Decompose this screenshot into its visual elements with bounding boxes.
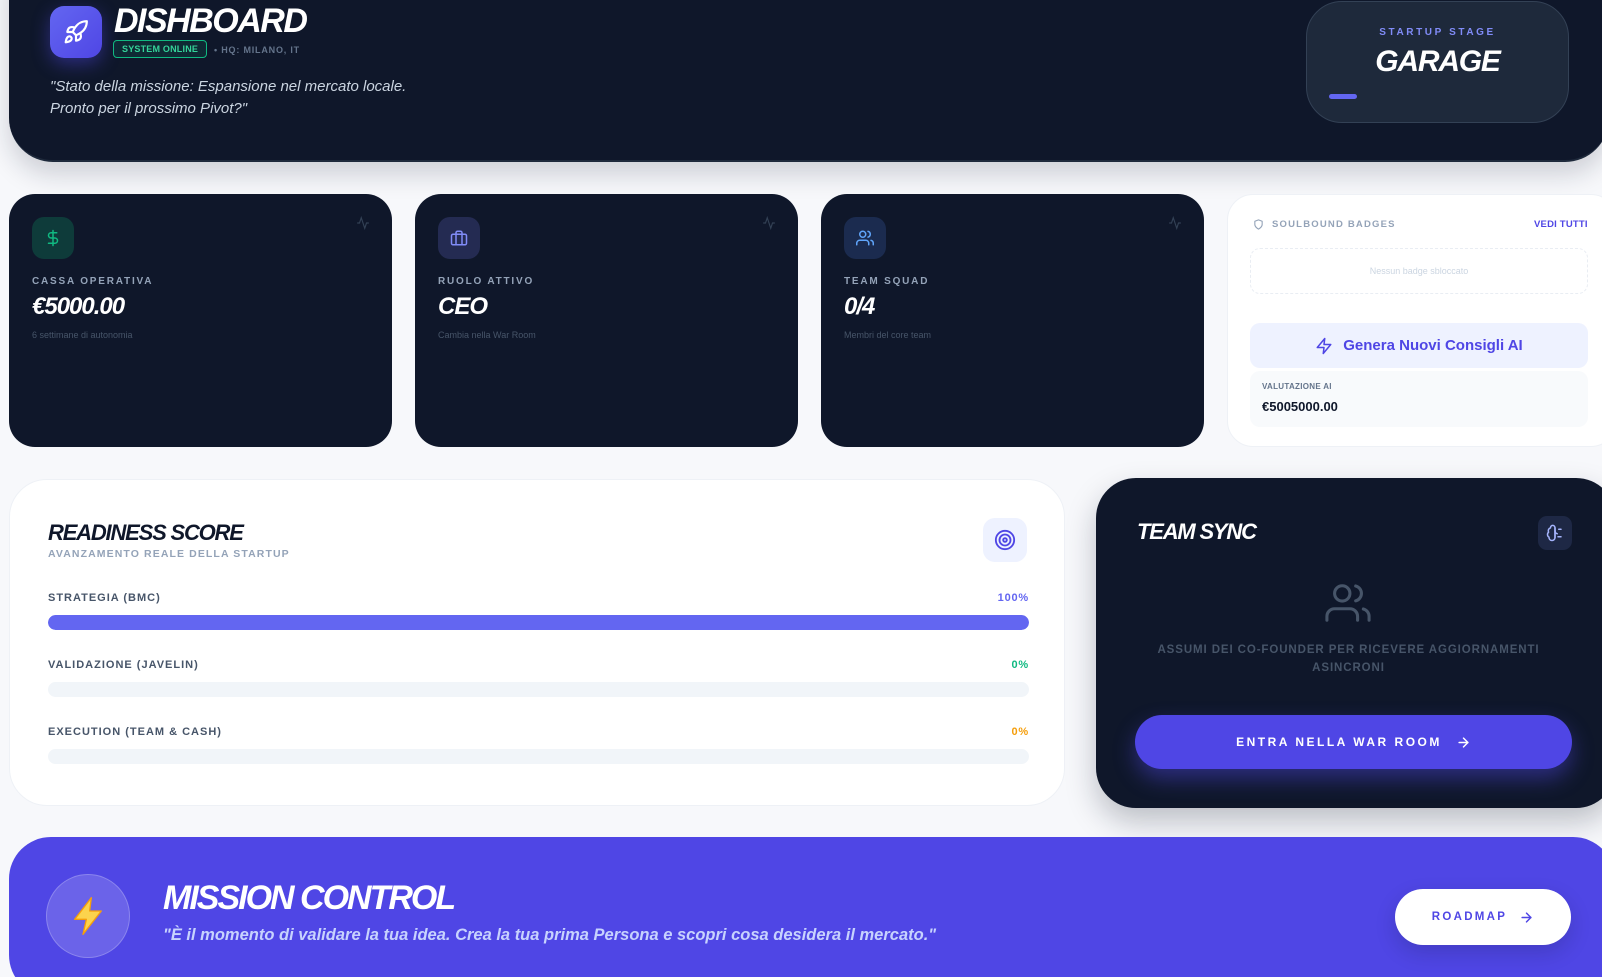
stat-label: CASSA OPERATIVA xyxy=(32,276,154,287)
team-sync-menu-button[interactable] xyxy=(1538,516,1572,550)
stat-value: €5000.00 xyxy=(32,293,125,320)
readiness-subtitle: AVANZAMENTO REALE DELLA STARTUP xyxy=(48,548,290,560)
page-title: DISHBOARD xyxy=(114,2,308,40)
startup-stage-card: STARTUP STAGE GARAGE xyxy=(1306,1,1569,123)
progress-label: VALIDAZIONE (JAVELIN) xyxy=(48,659,199,671)
progress-percent: 100% xyxy=(997,592,1029,604)
team-empty-illustration xyxy=(1325,580,1371,631)
stage-label: STARTUP STAGE xyxy=(1379,27,1496,38)
progress-track xyxy=(48,615,1029,630)
users-icon xyxy=(1325,584,1371,622)
stat-icon-wrap xyxy=(844,217,886,259)
readiness-score-card: READINESS SCORE AVANZAMENTO REALE DELLA … xyxy=(9,479,1065,806)
stat-card-team[interactable]: TEAM SQUAD 0/4 Membri del core team xyxy=(821,194,1204,447)
mission-quote-line1: "Stato della missione: Espansione nel me… xyxy=(50,78,407,95)
progress-percent: 0% xyxy=(1011,659,1029,671)
enter-war-room-button[interactable]: ENTRA NELLA WAR ROOM xyxy=(1135,715,1572,769)
stat-icon-wrap xyxy=(32,217,74,259)
badges-title: SOULBOUND BADGES xyxy=(1272,219,1396,230)
zap-icon xyxy=(1316,337,1332,354)
mission-title: MISSION CONTROL xyxy=(163,879,456,917)
mission-status-quote: "Stato della missione: Espansione nel me… xyxy=(50,76,470,120)
readiness-title: READINESS SCORE xyxy=(48,520,244,545)
valuation-value: €5005000.00 xyxy=(1262,399,1338,414)
roadmap-button[interactable]: ROADMAP xyxy=(1395,889,1571,945)
roadmap-label: ROADMAP xyxy=(1431,911,1508,923)
mission-quote-line2: Pronto per il prossimo Pivot?" xyxy=(50,100,248,117)
progress-fill xyxy=(48,615,1029,630)
status-badge: SYSTEM ONLINE xyxy=(113,40,208,58)
activity-icon xyxy=(357,216,369,230)
app-logo[interactable] xyxy=(50,6,102,58)
mission-control-banner: MISSION CONTROL "È il momento di validar… xyxy=(9,837,1602,977)
valuation-label: VALUTAZIONE AI xyxy=(1262,382,1332,391)
stat-icon-wrap xyxy=(438,217,480,259)
activity-icon xyxy=(763,216,775,230)
generate-ai-advice-button[interactable]: Genera Nuovi Consigli AI xyxy=(1250,323,1588,368)
stat-card-cash[interactable]: CASSA OPERATIVA €5000.00 6 settimane di … xyxy=(9,194,392,447)
users-icon xyxy=(856,230,874,246)
team-empty-message: ASSUMI DEI CO-FOUNDER PER RICEVERE AGGIO… xyxy=(1157,644,1540,674)
briefcase-icon xyxy=(450,230,468,246)
arrow-right-icon xyxy=(1521,911,1532,923)
target-button[interactable] xyxy=(983,518,1027,562)
progress-track xyxy=(48,682,1029,697)
progress-label: STRATEGIA (BMC) xyxy=(48,592,161,604)
stat-subtext: 6 settimane di autonomia xyxy=(32,330,133,340)
stat-subtext: Membri del core team xyxy=(844,330,932,340)
badges-header: SOULBOUND BADGES xyxy=(1253,219,1396,230)
stat-label: RUOLO ATTIVO xyxy=(438,276,535,287)
activity-icon xyxy=(1169,216,1181,230)
bolt-badge xyxy=(46,874,130,958)
progress-percent: 0% xyxy=(1011,726,1029,738)
ai-valuation-box: VALUTAZIONE AI €5005000.00 xyxy=(1250,371,1588,427)
war-room-label: ENTRA NELLA WAR ROOM xyxy=(1236,735,1442,749)
rocket-icon xyxy=(64,20,88,44)
stat-value: 0/4 xyxy=(844,293,875,320)
stat-subtext: Cambia nella War Room xyxy=(438,330,536,340)
lightning-icon xyxy=(74,897,103,935)
brain-icon xyxy=(1546,524,1562,542)
stage-value: GARAGE xyxy=(1375,45,1501,78)
target-icon xyxy=(994,529,1016,551)
stat-card-role[interactable]: RUOLO ATTIVO CEO Cambia nella War Room xyxy=(415,194,798,447)
ai-button-label: Genera Nuovi Consigli AI xyxy=(1343,337,1523,354)
shield-icon xyxy=(1254,219,1263,230)
mission-subtitle: "È il momento di validare la tua idea. C… xyxy=(163,926,937,944)
hq-location: • HQ: MILANO, IT xyxy=(214,45,300,55)
progress-label: EXECUTION (TEAM & CASH) xyxy=(48,726,222,738)
badges-empty-state: Nessun badge sbloccato xyxy=(1250,248,1588,294)
team-sync-title: TEAM SYNC xyxy=(1137,519,1257,544)
stage-progress-track xyxy=(1329,94,1546,99)
arrow-right-icon xyxy=(1458,736,1469,748)
see-all-link[interactable]: VEDI TUTTI xyxy=(1534,219,1588,230)
team-sync-card: TEAM SYNC ASSUMI DEI CO-FOUNDER PER RICE… xyxy=(1096,478,1602,808)
dollar-icon xyxy=(47,229,59,247)
stat-label: TEAM SQUAD xyxy=(844,276,930,287)
stat-value: CEO xyxy=(438,293,488,320)
progress-track xyxy=(48,749,1029,764)
stage-progress-fill xyxy=(1329,94,1358,99)
soulbound-badges-card: SOULBOUND BADGES VEDI TUTTI Nessun badge… xyxy=(1227,194,1602,447)
